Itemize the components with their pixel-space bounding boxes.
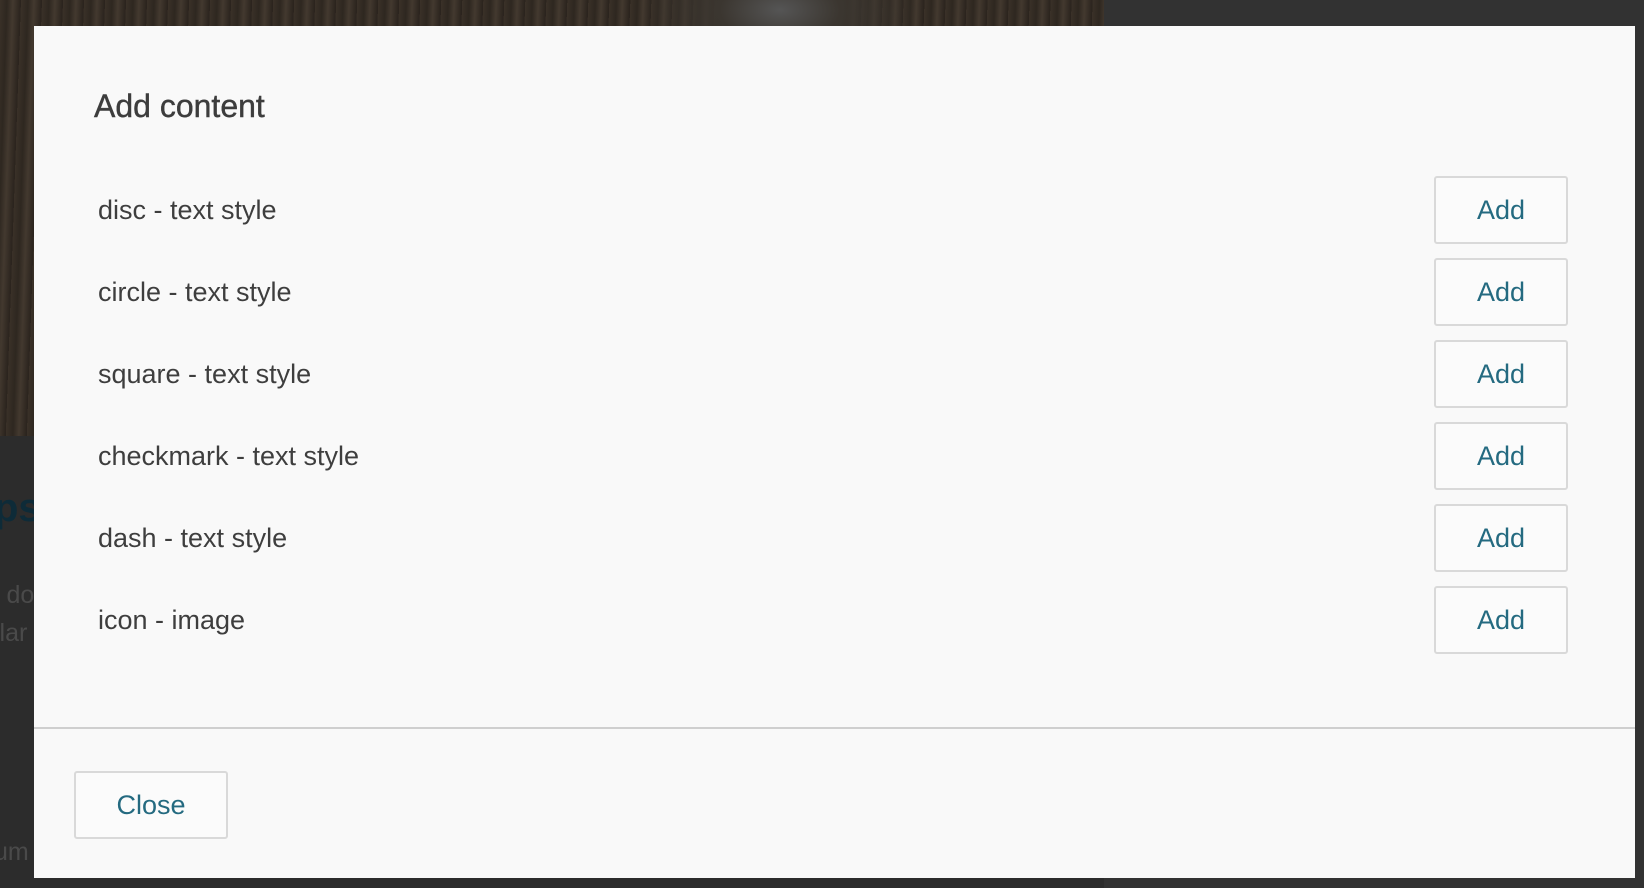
add-checkmark-button[interactable]: Add	[1434, 422, 1568, 490]
add-dash-button[interactable]: Add	[1434, 504, 1568, 572]
content-option-label: checkmark - text style	[98, 440, 360, 471]
content-option-row: checkmark - text style Add	[98, 422, 1568, 490]
content-option-label: icon - image	[98, 604, 246, 635]
add-disc-button[interactable]: Add	[1434, 176, 1568, 244]
content-option-label: dash - text style	[98, 522, 288, 553]
content-option-label: square - text style	[98, 358, 312, 389]
content-option-row: disc - text style Add	[98, 176, 1568, 244]
content-option-row: icon - image Add	[98, 586, 1568, 654]
add-circle-button[interactable]: Add	[1434, 258, 1568, 326]
dialog-footer-divider	[34, 727, 1635, 729]
dialog-title: Add content	[94, 88, 265, 124]
content-option-row: square - text style Add	[98, 340, 1568, 408]
add-content-dialog: Add content disc - text style Add circle…	[34, 26, 1635, 878]
close-button[interactable]: Close	[74, 771, 228, 839]
content-option-list: disc - text style Add circle - text styl…	[98, 176, 1568, 668]
background-footer-text: um	[0, 838, 29, 866]
content-option-label: disc - text style	[98, 194, 277, 225]
content-option-row: dash - text style Add	[98, 504, 1568, 572]
content-option-row: circle - text style Add	[98, 258, 1568, 326]
add-square-button[interactable]: Add	[1434, 340, 1568, 408]
content-option-label: circle - text style	[98, 276, 292, 307]
screen: ps i do llar um Add content disc - text …	[0, 0, 1644, 888]
add-icon-image-button[interactable]: Add	[1434, 586, 1568, 654]
